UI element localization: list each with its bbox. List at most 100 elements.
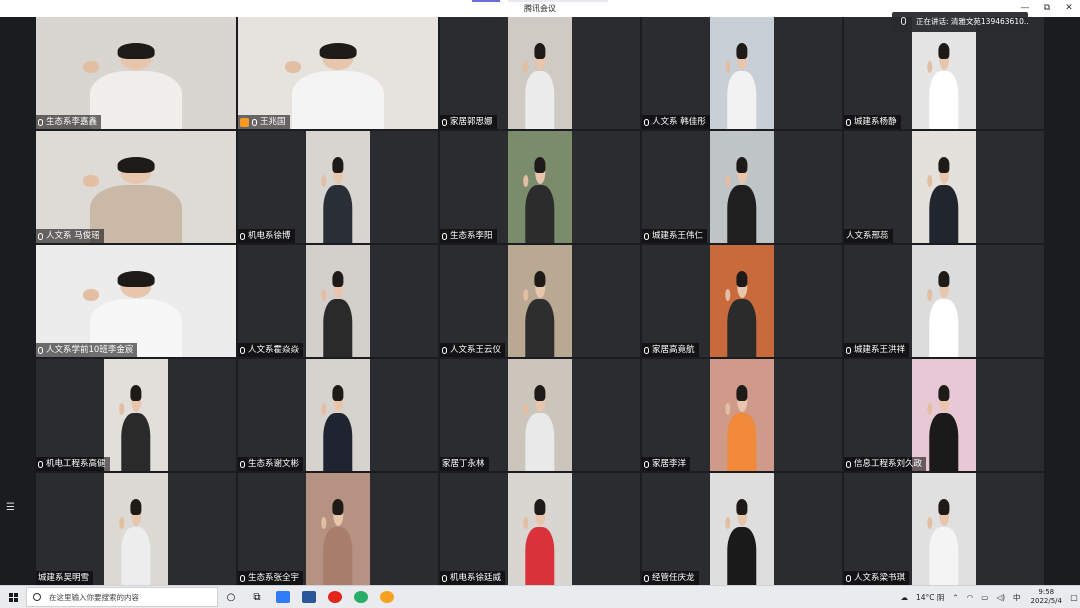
- participant-figure: [320, 384, 353, 471]
- participant-tile[interactable]: 机电工程系高健: [36, 359, 236, 471]
- participant-tile[interactable]: 家居高竟航: [642, 245, 842, 357]
- microphone-icon: [442, 346, 447, 354]
- participant-tile[interactable]: 人文系学前10班李金宸: [36, 245, 236, 357]
- participant-tile[interactable]: 生态系李阳: [440, 131, 640, 243]
- close-button[interactable]: ✕: [1058, 0, 1080, 17]
- participant-video: [710, 359, 774, 471]
- participant-tile[interactable]: 生态系谢文彬: [238, 359, 438, 471]
- participant-figure: [522, 270, 555, 357]
- participant-tile[interactable]: 家居郭思娜: [440, 17, 640, 129]
- participant-figure: [320, 156, 353, 243]
- weather-icon[interactable]: ☁: [896, 593, 912, 602]
- participant-video: [710, 17, 774, 129]
- figure-hair: [534, 385, 546, 402]
- participant-tile[interactable]: 城建系王洪祥: [844, 245, 1044, 357]
- participant-name: 机电系徐廷威: [450, 573, 502, 583]
- participant-name: 生态系谢文彬: [248, 459, 300, 469]
- participant-figure: [724, 156, 757, 243]
- participant-name-label: 城建系王洪祥: [844, 343, 910, 357]
- host-icon: [240, 117, 249, 127]
- microphone-icon: [644, 118, 649, 126]
- chevron-up-icon[interactable]: ⌃: [948, 593, 962, 602]
- weather-label[interactable]: 14°C 阴: [912, 592, 948, 603]
- participant-name-label: 家居高竟航: [642, 343, 699, 357]
- participant-video: [508, 473, 572, 585]
- network-icon[interactable]: ◠: [963, 593, 978, 602]
- participant-video: [238, 17, 438, 129]
- participant-tile[interactable]: 人文系邢蕊: [844, 131, 1044, 243]
- figure-body: [929, 185, 959, 243]
- participant-tile[interactable]: 信息工程系刘久政: [844, 359, 1044, 471]
- figure-hair: [736, 157, 748, 174]
- participant-tile[interactable]: 家居丁永林: [440, 359, 640, 471]
- raised-fist: [522, 402, 529, 416]
- participant-tile[interactable]: 生态系张全宇: [238, 473, 438, 585]
- participant-figure: [926, 156, 959, 243]
- microphone-icon: [442, 574, 447, 582]
- figure-hair: [332, 157, 344, 174]
- figure-body: [323, 527, 353, 585]
- participant-name-label: 城建系杨静: [844, 115, 901, 129]
- participant-name-label: 王兆国: [238, 115, 290, 129]
- wechat-icon[interactable]: [348, 586, 374, 608]
- participant-tile[interactable]: 人文系梁书琪: [844, 473, 1044, 585]
- microphone-icon: [846, 574, 851, 582]
- task-view-icon[interactable]: ⧉: [244, 586, 270, 608]
- participant-tile[interactable]: 机电系徐廷威: [440, 473, 640, 585]
- start-button[interactable]: [0, 586, 26, 608]
- figure-body: [929, 527, 959, 585]
- figure-body: [929, 413, 959, 471]
- ime-indicator[interactable]: 中: [1009, 592, 1025, 603]
- participant-tile[interactable]: 王兆国: [238, 17, 438, 129]
- participant-tile[interactable]: 机电系徐博: [238, 131, 438, 243]
- participant-tile[interactable]: 人文系 韩佳彤: [642, 17, 842, 129]
- search-icon: [33, 593, 41, 601]
- participant-tile[interactable]: 经管任庆龙: [642, 473, 842, 585]
- figure-hair: [534, 43, 546, 60]
- participant-figure: [118, 384, 151, 471]
- side-panel-handle-icon[interactable]: ☰: [6, 502, 15, 513]
- participant-figure: [522, 42, 555, 129]
- word-icon[interactable]: [296, 586, 322, 608]
- qq-browser-icon[interactable]: [374, 586, 400, 608]
- tencent-meeting-icon[interactable]: [270, 586, 296, 608]
- participant-name-label: 信息工程系刘久政: [844, 457, 927, 471]
- participant-name-label: 生态系李阳: [440, 229, 497, 243]
- participant-tile[interactable]: 生态系李嘉鑫: [36, 17, 236, 129]
- raised-fist: [724, 402, 731, 416]
- figure-body: [525, 413, 555, 471]
- participant-video: [36, 131, 236, 243]
- figure-hair: [117, 157, 155, 174]
- participant-name-label: 经管任庆龙: [642, 571, 699, 585]
- restore-button[interactable]: ⧉: [1036, 0, 1058, 17]
- microphone-icon: [240, 460, 245, 468]
- cortana-icon[interactable]: ○: [218, 586, 244, 608]
- microphone-icon: [38, 346, 43, 354]
- figure-hair: [736, 385, 748, 402]
- title-accent: [472, 0, 500, 2]
- participant-figure: [320, 270, 353, 357]
- participant-video: [104, 473, 168, 585]
- participant-tile[interactable]: 人文系霍焱焱: [238, 245, 438, 357]
- clock[interactable]: 9:58 2022/5/4: [1025, 588, 1068, 606]
- participant-tile[interactable]: 城建系王伟仁: [642, 131, 842, 243]
- notification-icon[interactable]: ▢: [1068, 586, 1080, 608]
- figure-hair: [117, 271, 155, 288]
- participant-figure: [926, 384, 959, 471]
- participant-tile[interactable]: 城建系杨静: [844, 17, 1044, 129]
- battery-icon[interactable]: ▭: [977, 593, 992, 602]
- participant-tile[interactable]: 家居李洋: [642, 359, 842, 471]
- participant-name: 生态系李阳: [450, 231, 493, 241]
- participant-tile[interactable]: 城建系吴明雪: [36, 473, 236, 585]
- participant-name: 家居丁永林: [442, 459, 485, 469]
- participant-video: [912, 131, 976, 243]
- speaker-icon[interactable]: ◁): [992, 593, 1009, 602]
- taskbar-search[interactable]: 在这里输入你要搜索的内容: [26, 587, 218, 607]
- figure-hair: [938, 499, 950, 516]
- participant-tile[interactable]: 人文系王云仪: [440, 245, 640, 357]
- raised-fist: [926, 174, 933, 188]
- participant-tile[interactable]: 人文系 马俊瑶: [36, 131, 236, 243]
- netease-music-icon[interactable]: [322, 586, 348, 608]
- system-tray: ☁ 14°C 阴 ⌃ ◠ ▭ ◁) 中 9:58 2022/5/4 ▢: [896, 586, 1080, 608]
- raised-fist: [118, 516, 125, 530]
